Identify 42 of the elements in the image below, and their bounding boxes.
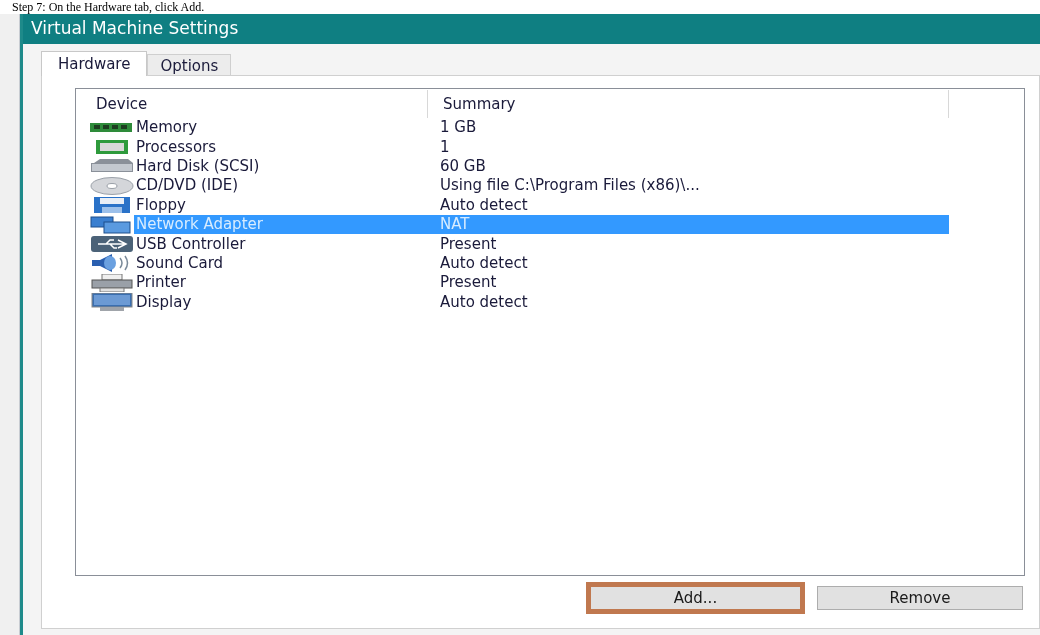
list-row[interactable]: Processors 1: [134, 137, 949, 157]
device-name: Network Adapter: [135, 217, 264, 233]
list-row[interactable]: Printer Present: [134, 273, 949, 293]
device-name: Floppy: [135, 197, 187, 213]
list-row[interactable]: CD/DVD (IDE) Using file C:\Program Files (x86)\...: [134, 176, 949, 196]
tab[interactable]: Options: [147, 54, 232, 75]
list-row[interactable]: Memory 1 GB: [134, 118, 949, 138]
list-row[interactable]: Floppy Auto detect: [134, 195, 949, 215]
column-header: Summary: [428, 90, 949, 118]
usb-icon: [90, 235, 134, 254]
device-summary: 1 GB: [440, 120, 477, 136]
dialog-button[interactable]: Remove: [817, 586, 1023, 610]
device-summary: Present: [440, 275, 497, 291]
caption: Step 7: On the Hardware tab, click Add.: [12, 0, 205, 14]
network-computers-icon: [90, 215, 134, 234]
device-summary: Present: [440, 236, 497, 252]
column-header: Device: [90, 90, 428, 118]
monitor-icon: [90, 293, 134, 312]
device-summary: Auto detect: [440, 255, 528, 271]
list-row[interactable]: USB Controller Present: [134, 234, 949, 254]
device-name: Memory: [135, 120, 198, 136]
device-summary: 60 GB: [440, 158, 486, 174]
device-summary: Auto detect: [440, 197, 528, 213]
dialog-button[interactable]: Add...: [586, 582, 805, 614]
device-name: CD/DVD (IDE): [135, 178, 240, 194]
device-summary: Auto detect: [440, 294, 528, 310]
window-title: Virtual Machine Settings: [31, 17, 239, 41]
device-summary: NAT: [440, 217, 470, 233]
device-summary: Using file C:\Program Files (x86)\...: [440, 178, 700, 194]
device-name: Processors: [135, 139, 218, 155]
device-name: Hard Disk (SCSI): [135, 158, 261, 174]
printer-icon: [90, 273, 134, 292]
device-name: Display: [135, 294, 193, 310]
list-row[interactable]: Display Auto detect: [134, 292, 949, 312]
device-summary: 1: [440, 139, 450, 155]
disc-icon: [90, 176, 134, 195]
device-name: Printer: [135, 275, 187, 291]
device-name: USB Controller: [135, 236, 247, 252]
list-row[interactable]: Sound Card Auto detect: [134, 253, 949, 274]
list-row[interactable]: Hard Disk (SCSI) 60 GB: [134, 156, 949, 177]
tab[interactable]: Hardware: [41, 51, 148, 76]
device-name: Sound Card: [135, 255, 225, 271]
